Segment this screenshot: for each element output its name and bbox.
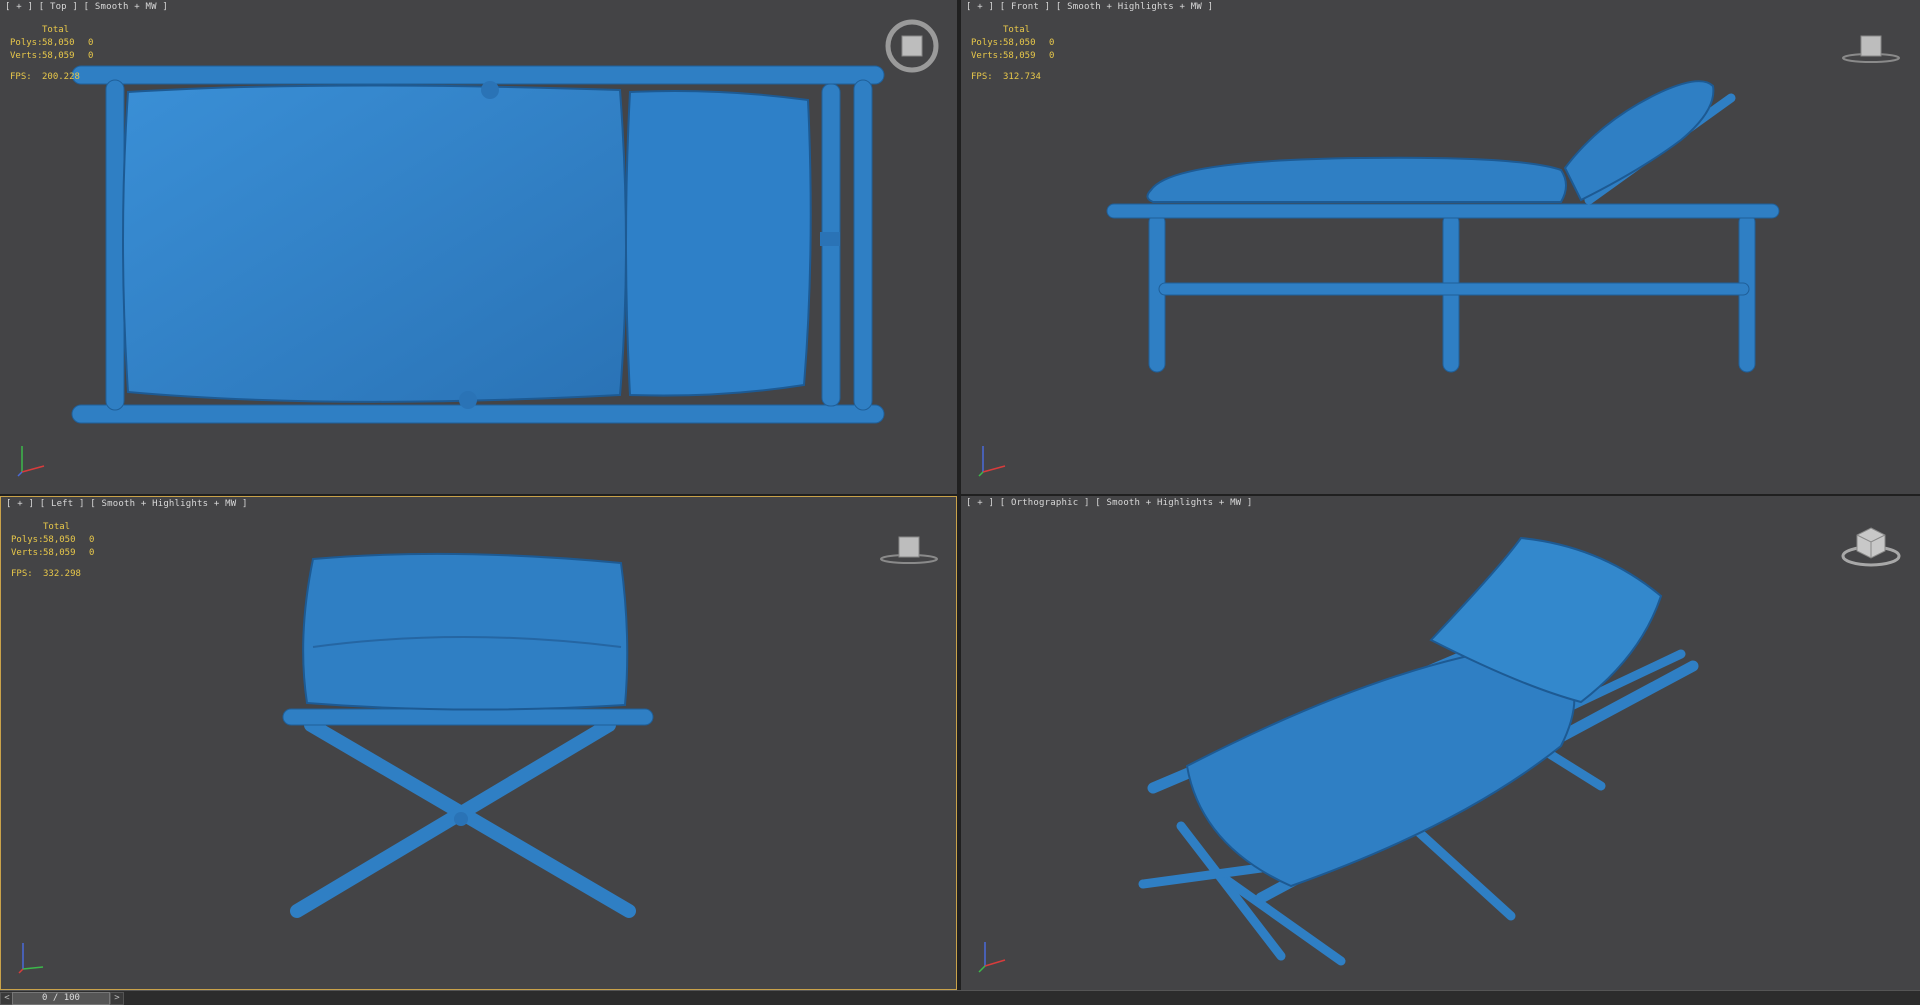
fps-label: FPS: <box>971 72 993 82</box>
verts-value: 58,059 <box>42 51 75 61</box>
verts-label: Verts: <box>971 51 1004 61</box>
verts-value: 58,059 <box>43 548 76 558</box>
polys-value: 58,050 <box>43 535 76 545</box>
fps-value: 332.298 <box>43 569 81 579</box>
verts-label: Verts: <box>11 548 44 558</box>
fps-label: FPS: <box>11 569 33 579</box>
stats-header: Total <box>1003 25 1031 35</box>
polys-value: 58,050 <box>42 38 75 48</box>
viewport-label[interactable]: [ + ] [ Left ] [ Smooth + Highlights + M… <box>6 499 248 509</box>
time-slider-thumb[interactable]: 0 / 100 <box>12 992 110 1005</box>
axis-tripod-icon <box>978 942 1006 973</box>
polys-selected: 0 <box>1049 38 1055 48</box>
verts-label: Verts: <box>10 51 43 61</box>
viewport-top[interactable]: [ + ] [ Top ] [ Smooth + MW ] Total Poly… <box>0 0 957 494</box>
axis-tripod-icon <box>978 446 1006 477</box>
viewport-orthographic[interactable]: [ + ] [ Orthographic ] [ Smooth + Highli… <box>961 496 1920 990</box>
viewport-left[interactable]: [ + ] [ Left ] [ Smooth + Highlights + M… <box>0 496 957 990</box>
fps-label: FPS: <box>10 72 32 82</box>
polys-label: Polys: <box>971 38 1004 48</box>
viewcube-icon[interactable] <box>879 527 939 567</box>
viewport-label[interactable]: [ + ] [ Top ] [ Smooth + MW ] <box>5 2 168 12</box>
viewport-front[interactable]: [ + ] [ Front ] [ Smooth + Highlights + … <box>961 0 1920 494</box>
fps-value: 312.734 <box>1003 72 1041 82</box>
time-slider-bar: < 0 / 100 > <box>0 990 1920 1005</box>
chaise-front-view <box>1106 80 1780 373</box>
stats-overlay: Total Polys: 58,050 0 Verts: 58,059 0 FPS: 20… <box>10 24 93 84</box>
polys-label: Polys: <box>11 535 44 545</box>
verts-selected: 0 <box>1049 51 1055 61</box>
polys-selected: 0 <box>88 38 94 48</box>
axis-tripod-icon <box>18 943 44 974</box>
verts-selected: 0 <box>88 51 94 61</box>
viewcube-icon[interactable] <box>884 18 940 74</box>
verts-value: 58,059 <box>1003 51 1036 61</box>
polys-value: 58,050 <box>1003 38 1036 48</box>
chaise-left-view <box>282 552 654 918</box>
stats-header: Total <box>43 522 71 532</box>
chaise-top-view <box>71 65 885 424</box>
viewcube-icon[interactable] <box>1841 522 1901 570</box>
polys-selected: 0 <box>89 535 95 545</box>
chaise-perspective-view <box>1138 536 1699 966</box>
viewport-label[interactable]: [ + ] [ Front ] [ Smooth + Highlights + … <box>966 2 1213 12</box>
timeline-next-button[interactable]: > <box>110 992 124 1005</box>
stats-header: Total <box>42 25 70 35</box>
viewcube-icon[interactable] <box>1841 26 1901 66</box>
viewport-label[interactable]: [ + ] [ Orthographic ] [ Smooth + Highli… <box>966 498 1253 508</box>
stats-overlay: Total Polys: 58,050 0 Verts: 58,059 0 FPS: 31… <box>971 24 1054 84</box>
axis-tripod-icon <box>17 446 45 477</box>
verts-selected: 0 <box>89 548 95 558</box>
polys-label: Polys: <box>10 38 43 48</box>
fps-value: 200.228 <box>42 72 80 82</box>
stats-overlay: Total Polys: 58,050 0 Verts: 58,059 0 FPS: 33… <box>11 521 94 581</box>
